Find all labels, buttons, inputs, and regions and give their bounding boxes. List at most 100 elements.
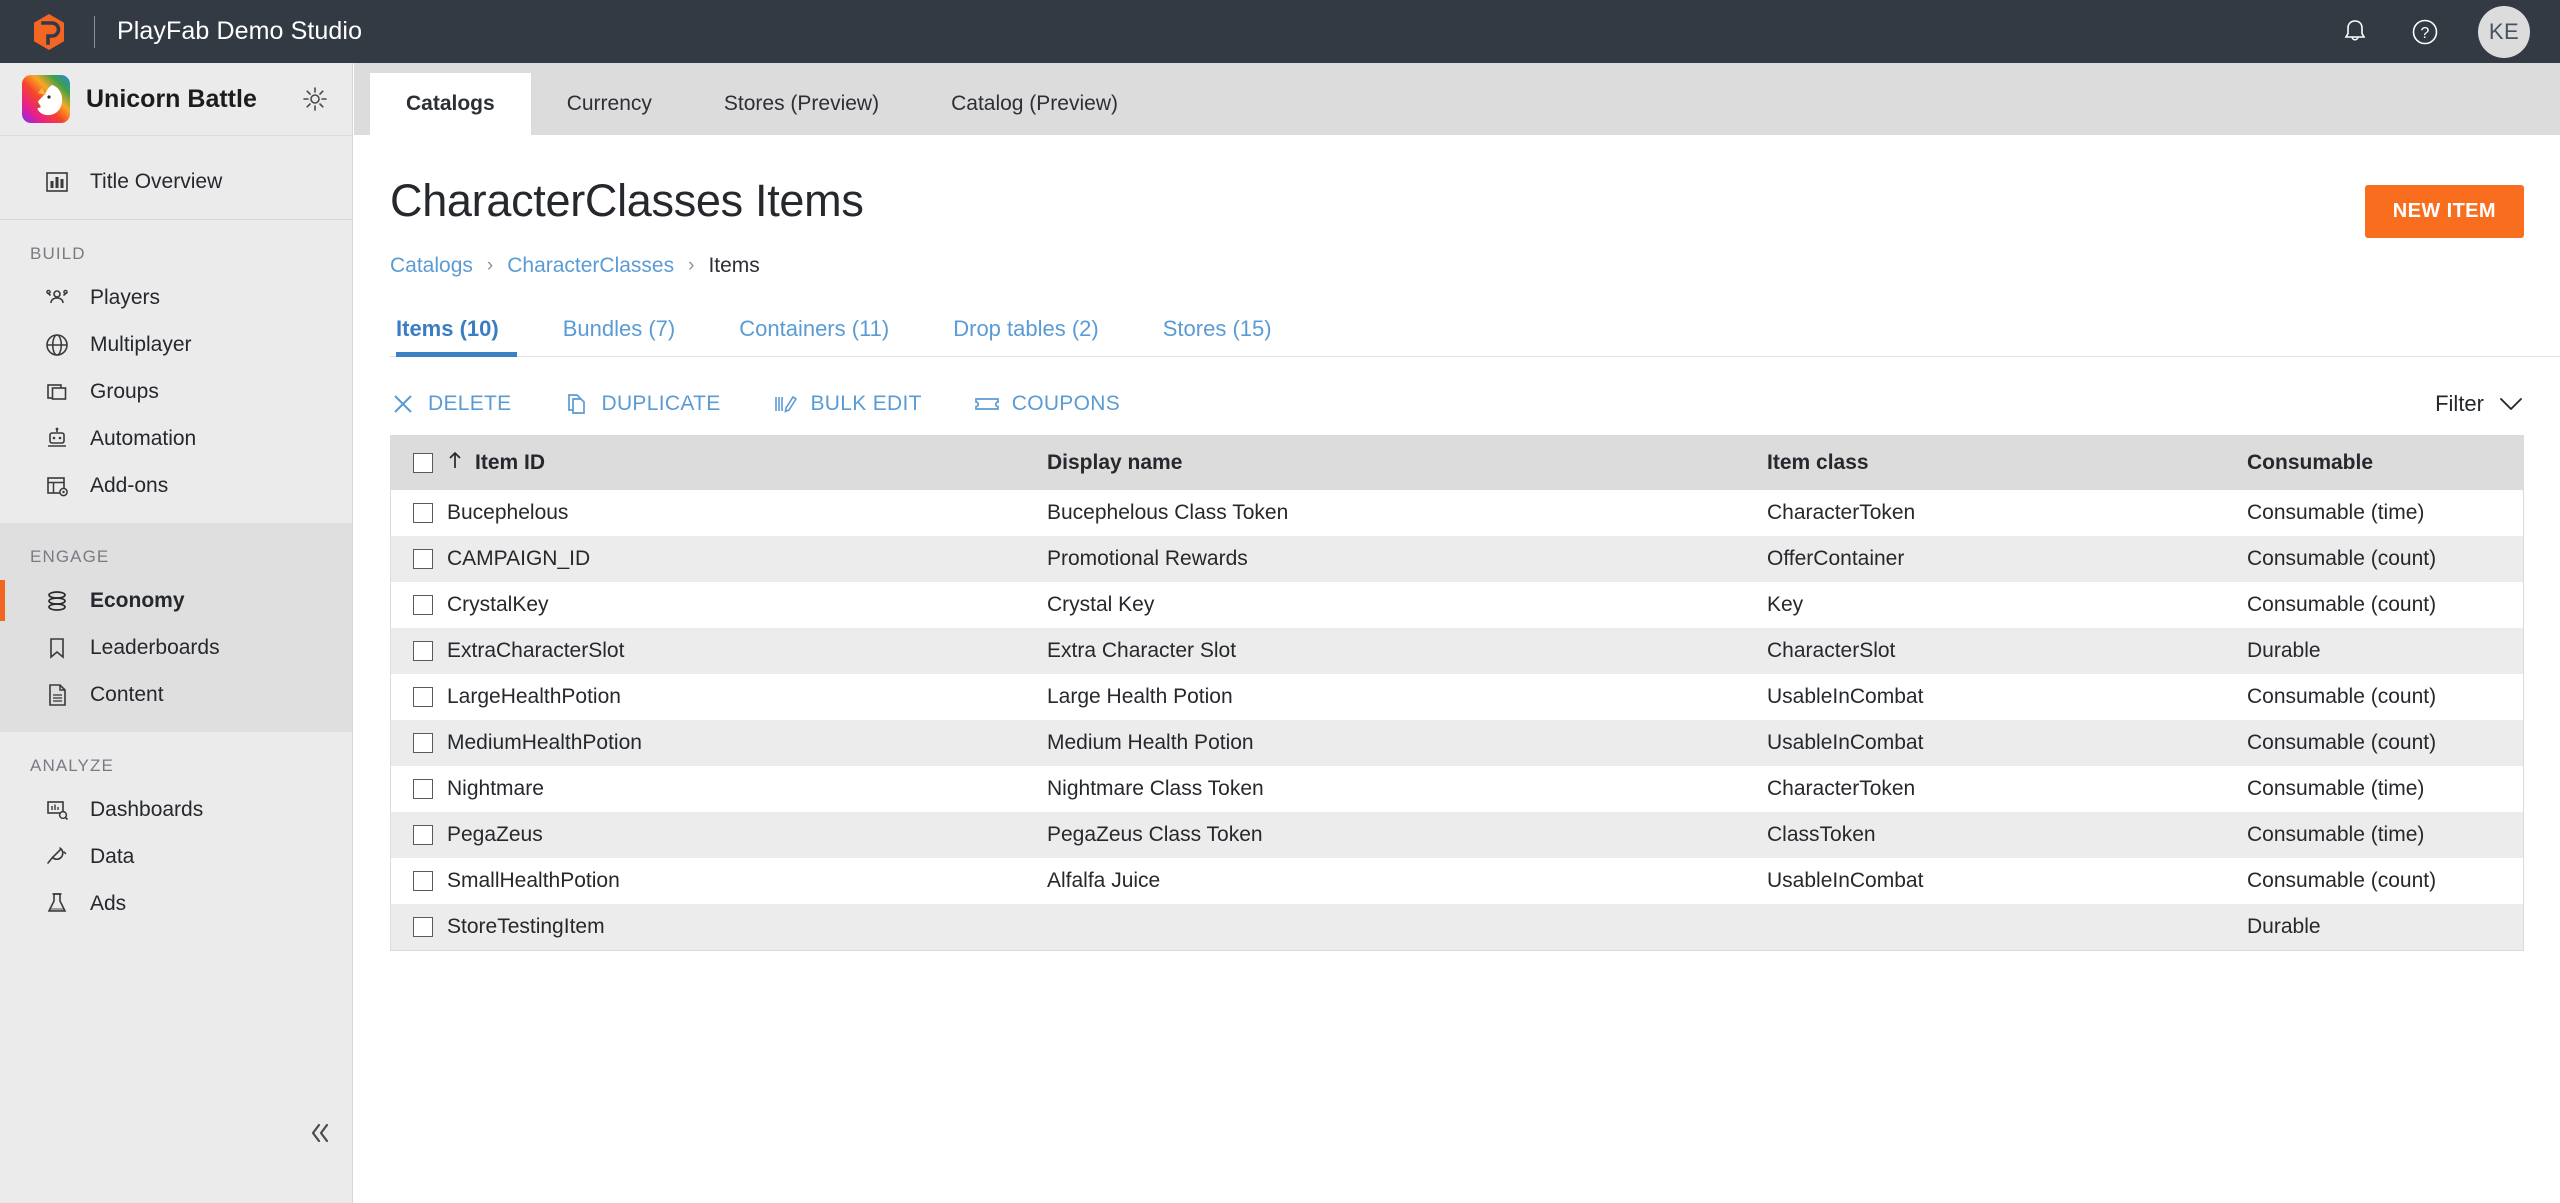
breadcrumb-item-characterclasses[interactable]: CharacterClasses	[507, 254, 674, 278]
page-body: CharacterClasses Items NEW ITEM Catalogs…	[354, 135, 2560, 951]
row-checkbox[interactable]	[413, 549, 433, 570]
addons-grid-icon	[42, 471, 72, 501]
tab-currency[interactable]: Currency	[531, 73, 688, 135]
sidebar-item-automation[interactable]: Automation	[0, 415, 352, 462]
sidebar-item-ads[interactable]: Ads	[0, 880, 352, 927]
cell-display-name[interactable]: Nightmare Class Token	[1047, 766, 1767, 812]
tab-catalogs[interactable]: Catalogs	[370, 73, 531, 135]
cell-display-name[interactable]: Large Health Potion	[1047, 674, 1767, 720]
new-item-button[interactable]: NEW ITEM	[2364, 185, 2524, 238]
unicorn-avatar-icon	[22, 75, 70, 123]
sidebar-item-label: Multiplayer	[90, 332, 192, 356]
cell-item-class: UsableInCombat	[1767, 858, 2247, 904]
bell-icon[interactable]	[2338, 15, 2372, 49]
row-checkbox[interactable]	[413, 503, 433, 524]
row-checkbox[interactable]	[413, 825, 433, 846]
sidebar-item-multiplayer[interactable]: Multiplayer	[0, 321, 352, 368]
subtab-bundles[interactable]: Bundles (7)	[531, 316, 708, 356]
row-checkbox[interactable]	[413, 687, 433, 708]
cell-item-id[interactable]: CAMPAIGN_ID	[447, 536, 1047, 582]
table-row[interactable]: LargeHealthPotion Large Health Potion Us…	[391, 674, 2523, 720]
header-item-id[interactable]: Item ID	[447, 436, 1047, 490]
sidebar-item-economy[interactable]: Economy	[0, 577, 352, 624]
filter-button[interactable]: Filter	[2435, 391, 2524, 417]
delete-button[interactable]: DELETE	[390, 391, 512, 417]
coupons-button[interactable]: COUPONS	[974, 391, 1120, 417]
row-checkbox[interactable]	[413, 871, 433, 892]
select-all-checkbox[interactable]	[413, 453, 433, 474]
svg-text:?: ?	[2421, 25, 2430, 42]
sidebar-section-label: ANALYZE	[30, 756, 114, 775]
table-row[interactable]: SmallHealthPotion Alfalfa Juice UsableIn…	[391, 858, 2523, 904]
subtab-containers[interactable]: Containers (11)	[707, 316, 921, 356]
subtab-drop-tables[interactable]: Drop tables (2)	[921, 316, 1131, 356]
avatar[interactable]: KE	[2478, 5, 2530, 58]
table-row[interactable]: Nightmare Nightmare Class Token Characte…	[391, 766, 2523, 812]
gear-icon[interactable]	[302, 86, 328, 112]
studio-header[interactable]: Unicorn Battle	[0, 63, 352, 136]
sidebar-item-leaderboards[interactable]: Leaderboards	[0, 624, 352, 671]
cell-display-name[interactable]: Alfalfa Juice	[1047, 858, 1767, 904]
sidebar-item-groups[interactable]: Groups	[0, 368, 352, 415]
cell-item-id[interactable]: Bucephelous	[447, 490, 1047, 536]
row-checkbox[interactable]	[413, 779, 433, 800]
duplicate-button[interactable]: DUPLICATE	[564, 391, 721, 417]
product-title: PlayFab Demo Studio	[117, 17, 363, 45]
header-display-name[interactable]: Display name	[1047, 436, 1767, 490]
cell-display-name[interactable]	[1047, 904, 1767, 950]
row-checkbox[interactable]	[413, 595, 433, 616]
subtab-items[interactable]: Items (10)	[390, 316, 531, 357]
subtab-stores[interactable]: Stores (15)	[1131, 316, 1304, 356]
chevron-double-left-icon[interactable]	[300, 1113, 340, 1153]
cell-item-id[interactable]: Nightmare	[447, 766, 1047, 812]
row-select-cell	[391, 858, 447, 904]
cell-display-name[interactable]: Medium Health Potion	[1047, 720, 1767, 766]
x-close-icon	[390, 391, 416, 417]
header-consumable[interactable]: Consumable	[2247, 436, 2523, 490]
table-row[interactable]: CAMPAIGN_ID Promotional Rewards OfferCon…	[391, 536, 2523, 582]
help-circle-icon[interactable]: ?	[2408, 15, 2442, 49]
table-row[interactable]: Bucephelous Bucephelous Class Token Char…	[391, 490, 2523, 536]
cell-item-id[interactable]: LargeHealthPotion	[447, 674, 1047, 720]
sidebar-section-engage: ENGAGE Economy Leaderboards Content	[0, 523, 352, 732]
cell-item-id[interactable]: StoreTestingItem	[447, 904, 1047, 950]
cell-item-id[interactable]: MediumHealthPotion	[447, 720, 1047, 766]
cell-item-id[interactable]: ExtraCharacterSlot	[447, 628, 1047, 674]
cell-display-name[interactable]: Crystal Key	[1047, 582, 1767, 628]
sidebar-item-title-overview[interactable]: Title Overview	[0, 158, 352, 205]
cell-item-id[interactable]: PegaZeus	[447, 812, 1047, 858]
breadcrumb-item-items: Items	[708, 254, 760, 277]
sidebar-item-content[interactable]: Content	[0, 671, 352, 718]
table-row[interactable]: CrystalKey Crystal Key Key Consumable (c…	[391, 582, 2523, 628]
cell-item-class: ClassToken	[1767, 812, 2247, 858]
sidebar-item-add-ons[interactable]: Add-ons	[0, 462, 352, 509]
page-title: CharacterClasses Items	[390, 175, 864, 226]
tab-catalog-preview[interactable]: Catalog (Preview)	[915, 73, 1154, 135]
sidebar-item-label: Players	[90, 285, 161, 309]
sidebar-item-dashboards[interactable]: Dashboards	[0, 786, 352, 833]
sidebar-item-data[interactable]: Data	[0, 833, 352, 880]
cell-display-name[interactable]: Promotional Rewards	[1047, 536, 1767, 582]
header-item-id-label: Item ID	[475, 451, 546, 474]
table-row[interactable]: ExtraCharacterSlot Extra Character Slot …	[391, 628, 2523, 674]
cell-item-id[interactable]: SmallHealthPotion	[447, 858, 1047, 904]
cell-display-name[interactable]: PegaZeus Class Token	[1047, 812, 1767, 858]
bulk-edit-button[interactable]: BULK EDIT	[773, 391, 922, 417]
playfab-hex-logo-icon[interactable]	[28, 11, 70, 53]
row-checkbox[interactable]	[413, 917, 433, 938]
table-row[interactable]: PegaZeus PegaZeus Class Token ClassToken…	[391, 812, 2523, 858]
table-row[interactable]: MediumHealthPotion Medium Health Potion …	[391, 720, 2523, 766]
cell-display-name[interactable]: Bucephelous Class Token	[1047, 490, 1767, 536]
cell-item-class: CharacterToken	[1767, 766, 2247, 812]
header-item-class[interactable]: Item class	[1767, 436, 2247, 490]
cell-item-id[interactable]: CrystalKey	[447, 582, 1047, 628]
sidebar-item-players[interactable]: Players	[0, 274, 352, 321]
cell-display-name[interactable]: Extra Character Slot	[1047, 628, 1767, 674]
sidebar: Unicorn Battle Title Overview BUILD Play…	[0, 63, 353, 1203]
items-table: Item ID Display name Item class Consumab…	[391, 436, 2523, 950]
row-checkbox[interactable]	[413, 641, 433, 662]
row-checkbox[interactable]	[413, 733, 433, 754]
breadcrumb-item-catalogs[interactable]: Catalogs	[390, 254, 473, 278]
table-row[interactable]: StoreTestingItem Durable	[391, 904, 2523, 950]
tab-stores-preview[interactable]: Stores (Preview)	[688, 73, 915, 135]
